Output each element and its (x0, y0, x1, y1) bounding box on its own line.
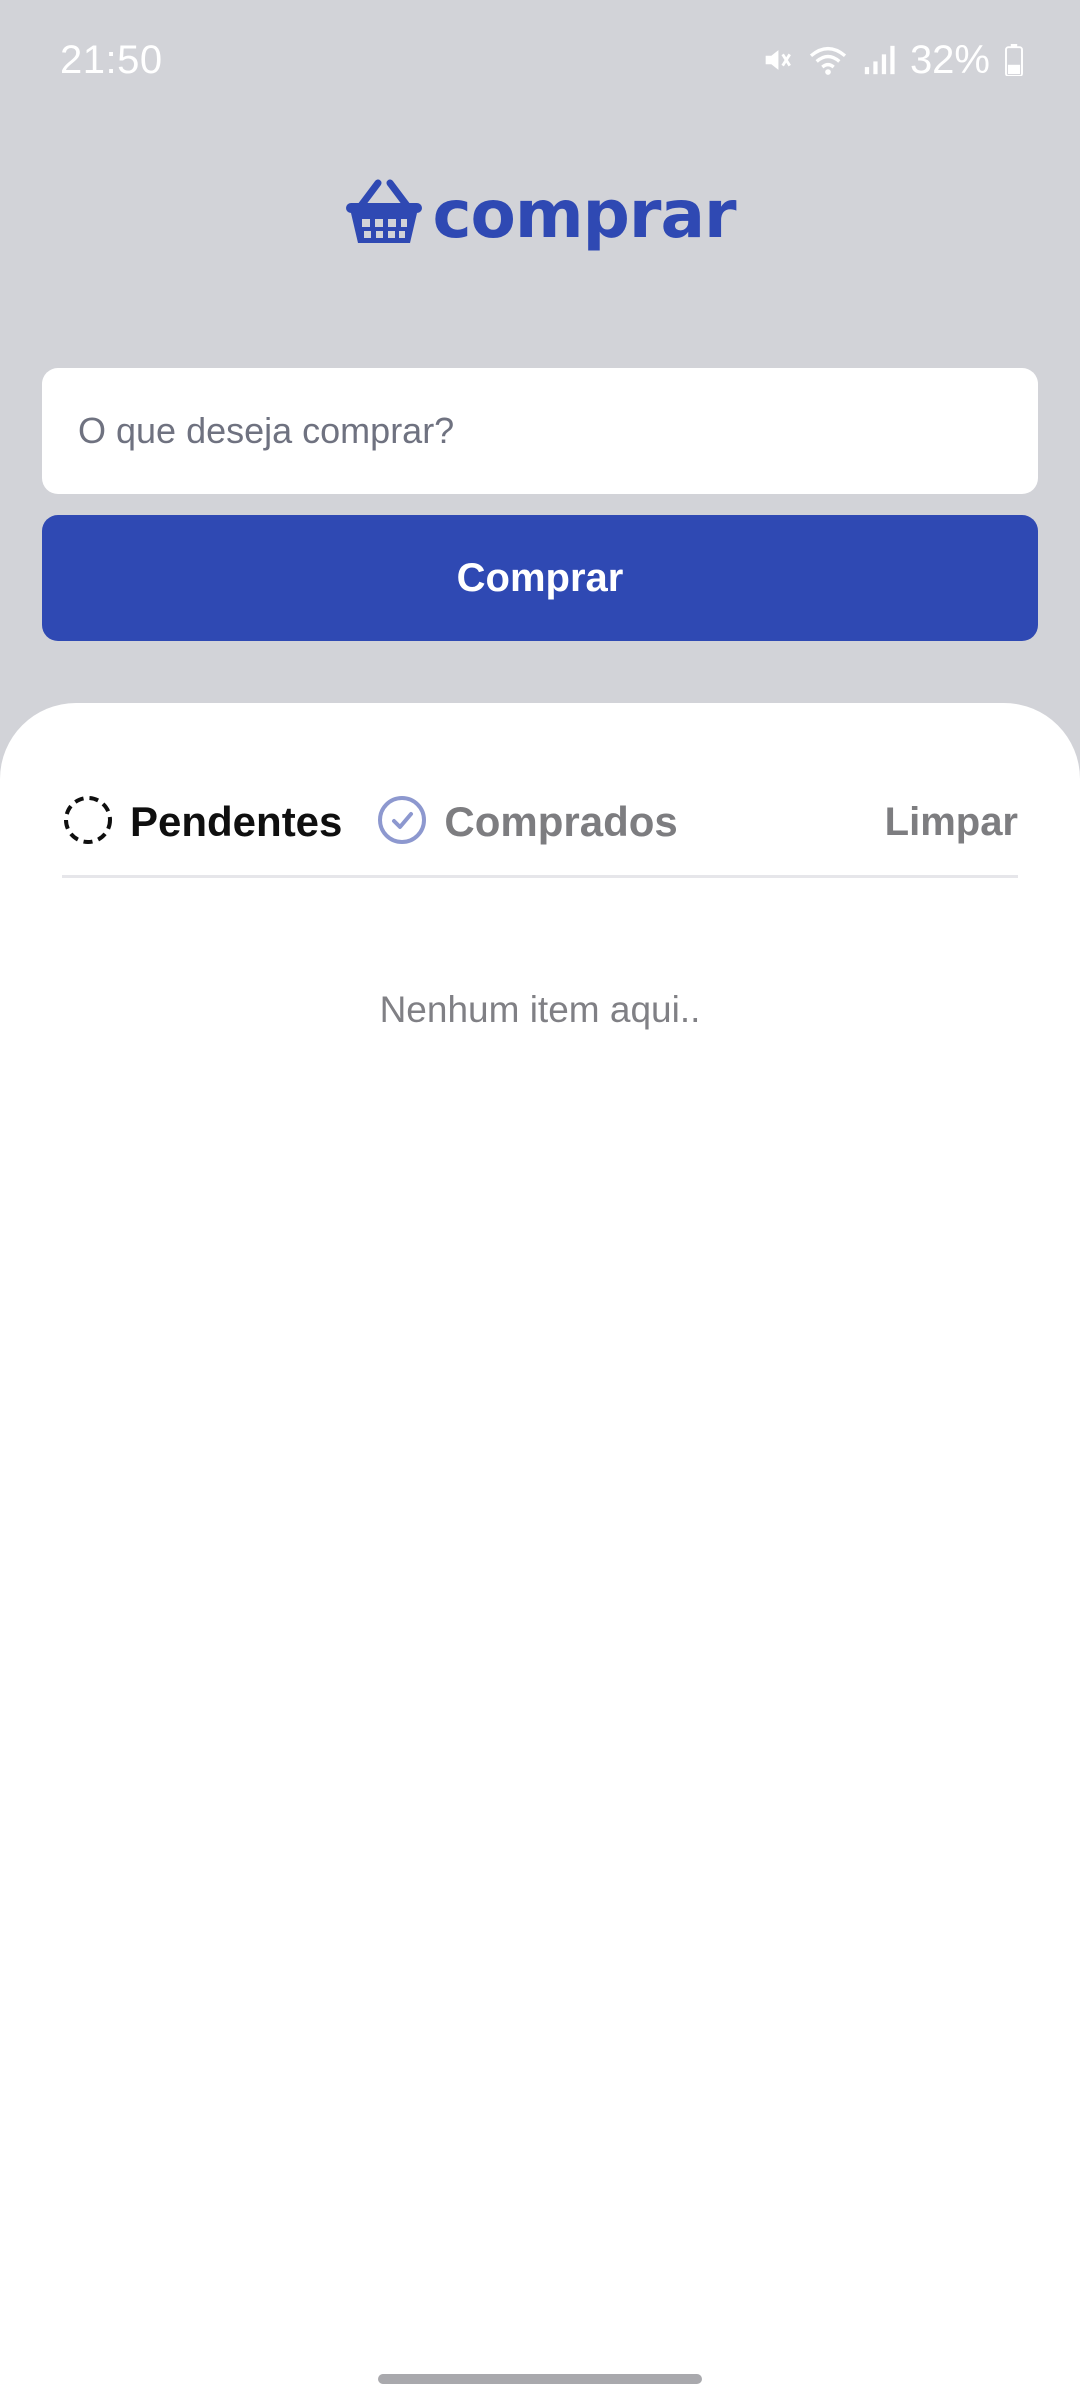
app-logo: comprar (0, 176, 1080, 253)
wifi-icon (808, 43, 848, 77)
battery-icon (1004, 44, 1024, 76)
basket-icon (344, 179, 424, 250)
status-bar: 21:50 32% (0, 0, 1080, 120)
filter-bar: Pendentes Comprados Limpar (62, 791, 1018, 853)
empty-list-message: Nenhum item aqui.. (379, 989, 701, 1030)
status-time: 21:50 (60, 37, 163, 82)
filter-pending[interactable]: Pendentes (62, 794, 342, 851)
dashed-circle-icon (62, 794, 114, 851)
logo-text: comprar (432, 176, 736, 253)
filter-bought[interactable]: Comprados (376, 794, 678, 851)
status-icons: 32% (760, 38, 1024, 83)
filter-pending-label: Pendentes (130, 798, 343, 845)
app-screen: 21:50 32% comprar O que deseja comprar? … (0, 0, 1080, 2400)
mute-icon (760, 43, 794, 77)
signal-icon (862, 43, 896, 77)
check-circle-icon (376, 794, 428, 851)
buy-button[interactable]: Comprar (42, 515, 1038, 641)
battery-percentage: 32% (909, 37, 990, 82)
filter-bought-label: Comprados (444, 798, 678, 845)
clear-button[interactable]: Limpar (885, 800, 1018, 845)
home-indicator[interactable] (378, 2374, 702, 2384)
item-input[interactable] (42, 368, 1038, 494)
list-sheet: Pendentes Comprados Limpar Nenhum item a… (0, 703, 1080, 2400)
divider (62, 875, 1018, 878)
